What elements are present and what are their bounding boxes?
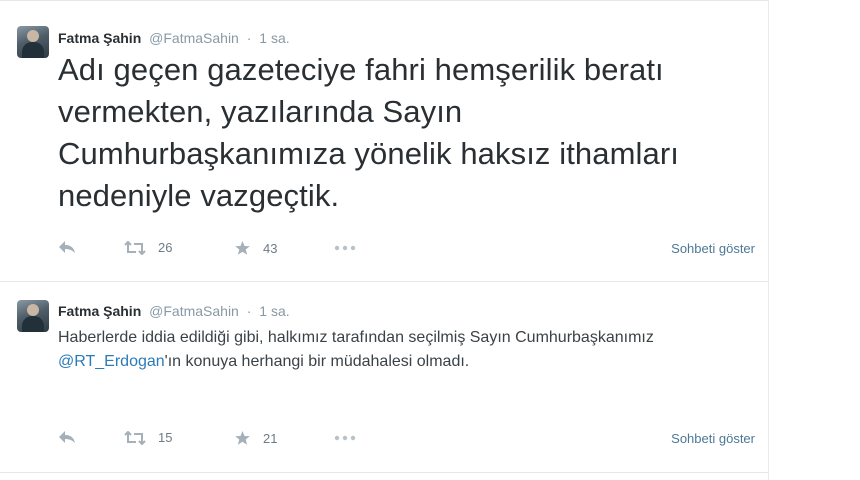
- favorite-count: 21: [263, 430, 278, 446]
- tweet-text: Haberlerde iddia edildiği gibi, halkımız…: [58, 326, 748, 374]
- reply-icon: [59, 431, 75, 443]
- more-options-icon: [334, 245, 356, 251]
- tweet-timeline: Fatma Şahin @FatmaSahin · 1 sa. Adı geçe…: [0, 0, 769, 480]
- more-options-button[interactable]: [334, 435, 356, 441]
- tweet-header: Fatma Şahin @FatmaSahin · 1 sa.: [58, 303, 290, 319]
- tweet-text-part: Haberlerde iddia edildiği gibi, halkımız…: [58, 329, 654, 346]
- author-name[interactable]: Fatma Şahin: [58, 303, 141, 319]
- reply-button[interactable]: [58, 240, 76, 254]
- tweet-timestamp[interactable]: 1 sa.: [259, 303, 289, 319]
- more-options-button[interactable]: [334, 245, 356, 251]
- author-handle[interactable]: @FatmaSahin: [149, 303, 239, 319]
- favorite-count: 43: [263, 240, 278, 256]
- header-separator: ·: [246, 30, 252, 46]
- favorite-button[interactable]: 21: [234, 430, 277, 446]
- author-avatar[interactable]: [17, 300, 49, 332]
- reply-button[interactable]: [58, 430, 76, 444]
- more-options-icon: [334, 435, 356, 441]
- tweet-actions: 26 43 Sohbeti göster: [58, 240, 763, 260]
- tweet-actions: 15 21 Sohbeti göster: [58, 430, 763, 450]
- retweet-icon: [124, 240, 146, 255]
- favorite-star-icon: [235, 431, 250, 445]
- retweet-count: 15: [158, 430, 173, 445]
- author-name[interactable]: Fatma Şahin: [58, 30, 141, 46]
- tweet-text: Adı geçen gazeteciye fahri hemşerilik be…: [58, 52, 680, 213]
- author-avatar[interactable]: [17, 26, 49, 58]
- author-handle[interactable]: @FatmaSahin: [149, 30, 239, 46]
- tweet-2[interactable]: Fatma Şahin @FatmaSahin · 1 sa. Haberler…: [0, 282, 768, 472]
- tweet-timestamp[interactable]: 1 sa.: [259, 30, 289, 46]
- retweet-button[interactable]: 26: [124, 240, 172, 255]
- tweet-header: Fatma Şahin @FatmaSahin · 1 sa.: [58, 30, 290, 46]
- bottom-divider: [0, 472, 768, 473]
- reply-icon: [59, 241, 75, 253]
- favorite-button[interactable]: 43: [234, 240, 277, 256]
- retweet-button[interactable]: 15: [124, 430, 172, 445]
- retweet-count: 26: [158, 240, 173, 255]
- favorite-star-icon: [235, 241, 250, 255]
- header-separator: ·: [246, 303, 252, 319]
- show-conversation-link[interactable]: Sohbeti göster: [671, 241, 755, 256]
- tweet-text-part: 'ın konuya herhangi bir müdahalesi olmad…: [164, 353, 470, 370]
- mention-link[interactable]: @RT_Erdogan: [58, 353, 165, 370]
- show-conversation-link[interactable]: Sohbeti göster: [671, 431, 755, 446]
- tweet-1[interactable]: Fatma Şahin @FatmaSahin · 1 sa. Adı geçe…: [0, 0, 768, 281]
- retweet-icon: [124, 430, 146, 445]
